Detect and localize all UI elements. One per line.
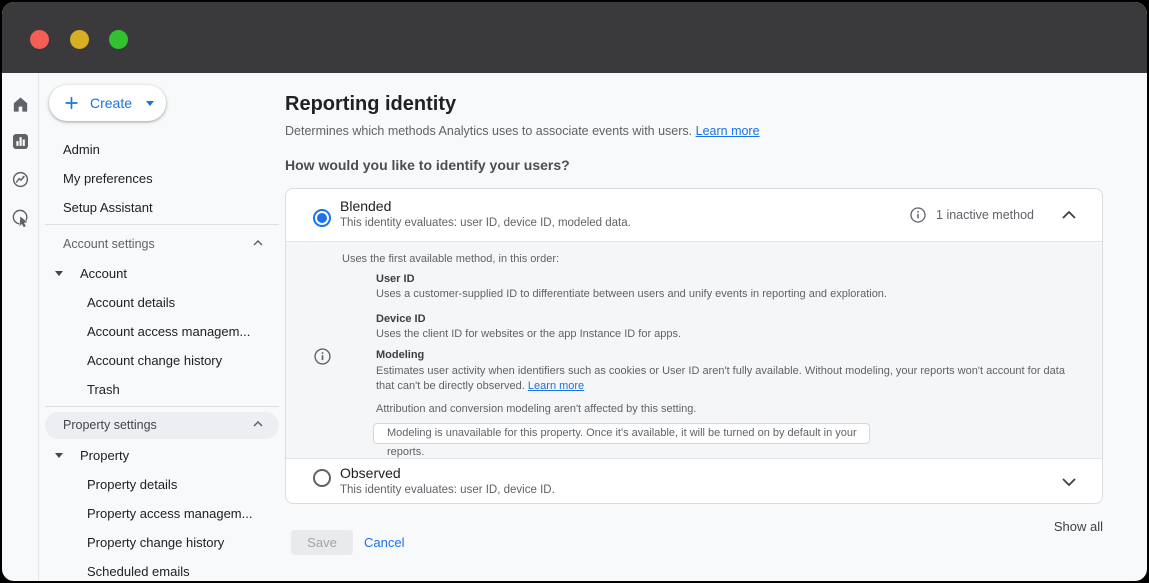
blended-option-row[interactable]: Blended This identity evaluates: user ID… — [286, 189, 1102, 241]
sidebar-item-property-access-management[interactable]: Property access managem... — [39, 499, 287, 528]
chevron-up-icon — [253, 421, 263, 427]
create-button[interactable]: Create — [49, 85, 166, 121]
modeling-title: Modeling — [376, 349, 424, 361]
sidebar-item-trash[interactable]: Trash — [39, 375, 287, 404]
sidebar-item-admin[interactable]: Admin — [39, 135, 287, 164]
chevron-down-icon — [146, 101, 154, 106]
chevron-up-icon[interactable] — [1062, 211, 1076, 219]
sidebar-item-property-details[interactable]: Property details — [39, 470, 287, 499]
zoom-window-button[interactable] — [109, 30, 128, 49]
sidebar-item-property-change-history[interactable]: Property change history — [39, 528, 287, 557]
save-button[interactable]: Save — [291, 530, 353, 555]
sidebar-item-scheduled-emails[interactable]: Scheduled emails — [39, 557, 287, 581]
inactive-method-note: 1 inactive method — [936, 208, 1034, 222]
chevron-up-icon — [253, 240, 263, 246]
sidebar-item-account[interactable]: Account — [39, 259, 287, 288]
sidebar-divider — [45, 224, 279, 225]
sidebar-item-property[interactable]: Property — [39, 441, 287, 470]
create-button-label: Create — [90, 95, 132, 111]
admin-sidebar: Create Admin My preferences Setup Assist… — [39, 73, 287, 581]
advertising-icon[interactable] — [11, 208, 30, 227]
blended-expanded-panel: Uses the first available method, in this… — [286, 241, 1102, 459]
section-header-property-settings[interactable]: Property settings — [45, 412, 279, 439]
modeling-desc: Estimates user activity when identifiers… — [376, 364, 1068, 393]
device-id-desc: Uses the client ID for websites or the a… — [376, 328, 681, 340]
cancel-button[interactable]: Cancel — [364, 530, 404, 555]
learn-more-link[interactable]: Learn more — [696, 124, 760, 138]
observed-desc: This identity evaluates: user ID, device… — [340, 484, 555, 496]
identity-options-card: Blended This identity evaluates: user ID… — [285, 188, 1103, 504]
user-id-title: User ID — [376, 273, 415, 285]
info-icon — [314, 348, 331, 365]
blended-label: Blended — [340, 198, 391, 214]
sidebar-item-account-change-history[interactable]: Account change history — [39, 346, 287, 375]
device-id-title: Device ID — [376, 313, 426, 325]
observed-label: Observed — [340, 465, 401, 481]
chevron-down-icon[interactable] — [1062, 478, 1076, 486]
sidebar-item-account-details[interactable]: Account details — [39, 288, 287, 317]
method-order-intro: Uses the first available method, in this… — [342, 253, 559, 265]
user-id-desc: Uses a customer-supplied ID to different… — [376, 288, 887, 300]
window-titlebar — [2, 2, 1147, 73]
modeling-unavailable-message: Modeling is unavailable for this propert… — [373, 423, 870, 444]
show-all-button[interactable]: Show all — [903, 519, 1103, 534]
sidebar-item-my-preferences[interactable]: My preferences — [39, 164, 287, 193]
sidebar-item-setup-assistant[interactable]: Setup Assistant — [39, 193, 287, 222]
close-window-button[interactable] — [30, 30, 49, 49]
minimize-window-button[interactable] — [70, 30, 89, 49]
modeling-note: Attribution and conversion modeling aren… — [376, 403, 696, 415]
page-subtitle: Determines which methods Analytics uses … — [285, 124, 760, 138]
nav-rail — [2, 73, 39, 581]
home-icon[interactable] — [11, 95, 30, 114]
plus-icon — [63, 94, 80, 112]
info-icon[interactable] — [910, 207, 926, 223]
app-window: Create Admin My preferences Setup Assist… — [2, 2, 1147, 581]
identify-users-question: How would you like to identify your user… — [285, 157, 570, 173]
tree-caret-icon — [55, 453, 63, 458]
tree-caret-icon — [55, 271, 63, 276]
observed-radio[interactable] — [313, 469, 331, 487]
section-header-account-settings[interactable]: Account settings — [39, 230, 287, 259]
learn-more-link[interactable]: Learn more — [528, 380, 584, 392]
sidebar-menu: Admin My preferences Setup Assistant Acc… — [39, 135, 287, 581]
page-title: Reporting identity — [285, 93, 456, 116]
sidebar-divider — [45, 406, 279, 407]
reports-icon[interactable] — [11, 132, 30, 151]
observed-option-row[interactable]: Observed This identity evaluates: user I… — [286, 459, 1102, 504]
sidebar-item-account-access-management[interactable]: Account access managem... — [39, 317, 287, 346]
blended-desc: This identity evaluates: user ID, device… — [340, 217, 631, 229]
blended-radio[interactable] — [313, 209, 331, 227]
explore-icon[interactable] — [11, 170, 30, 189]
